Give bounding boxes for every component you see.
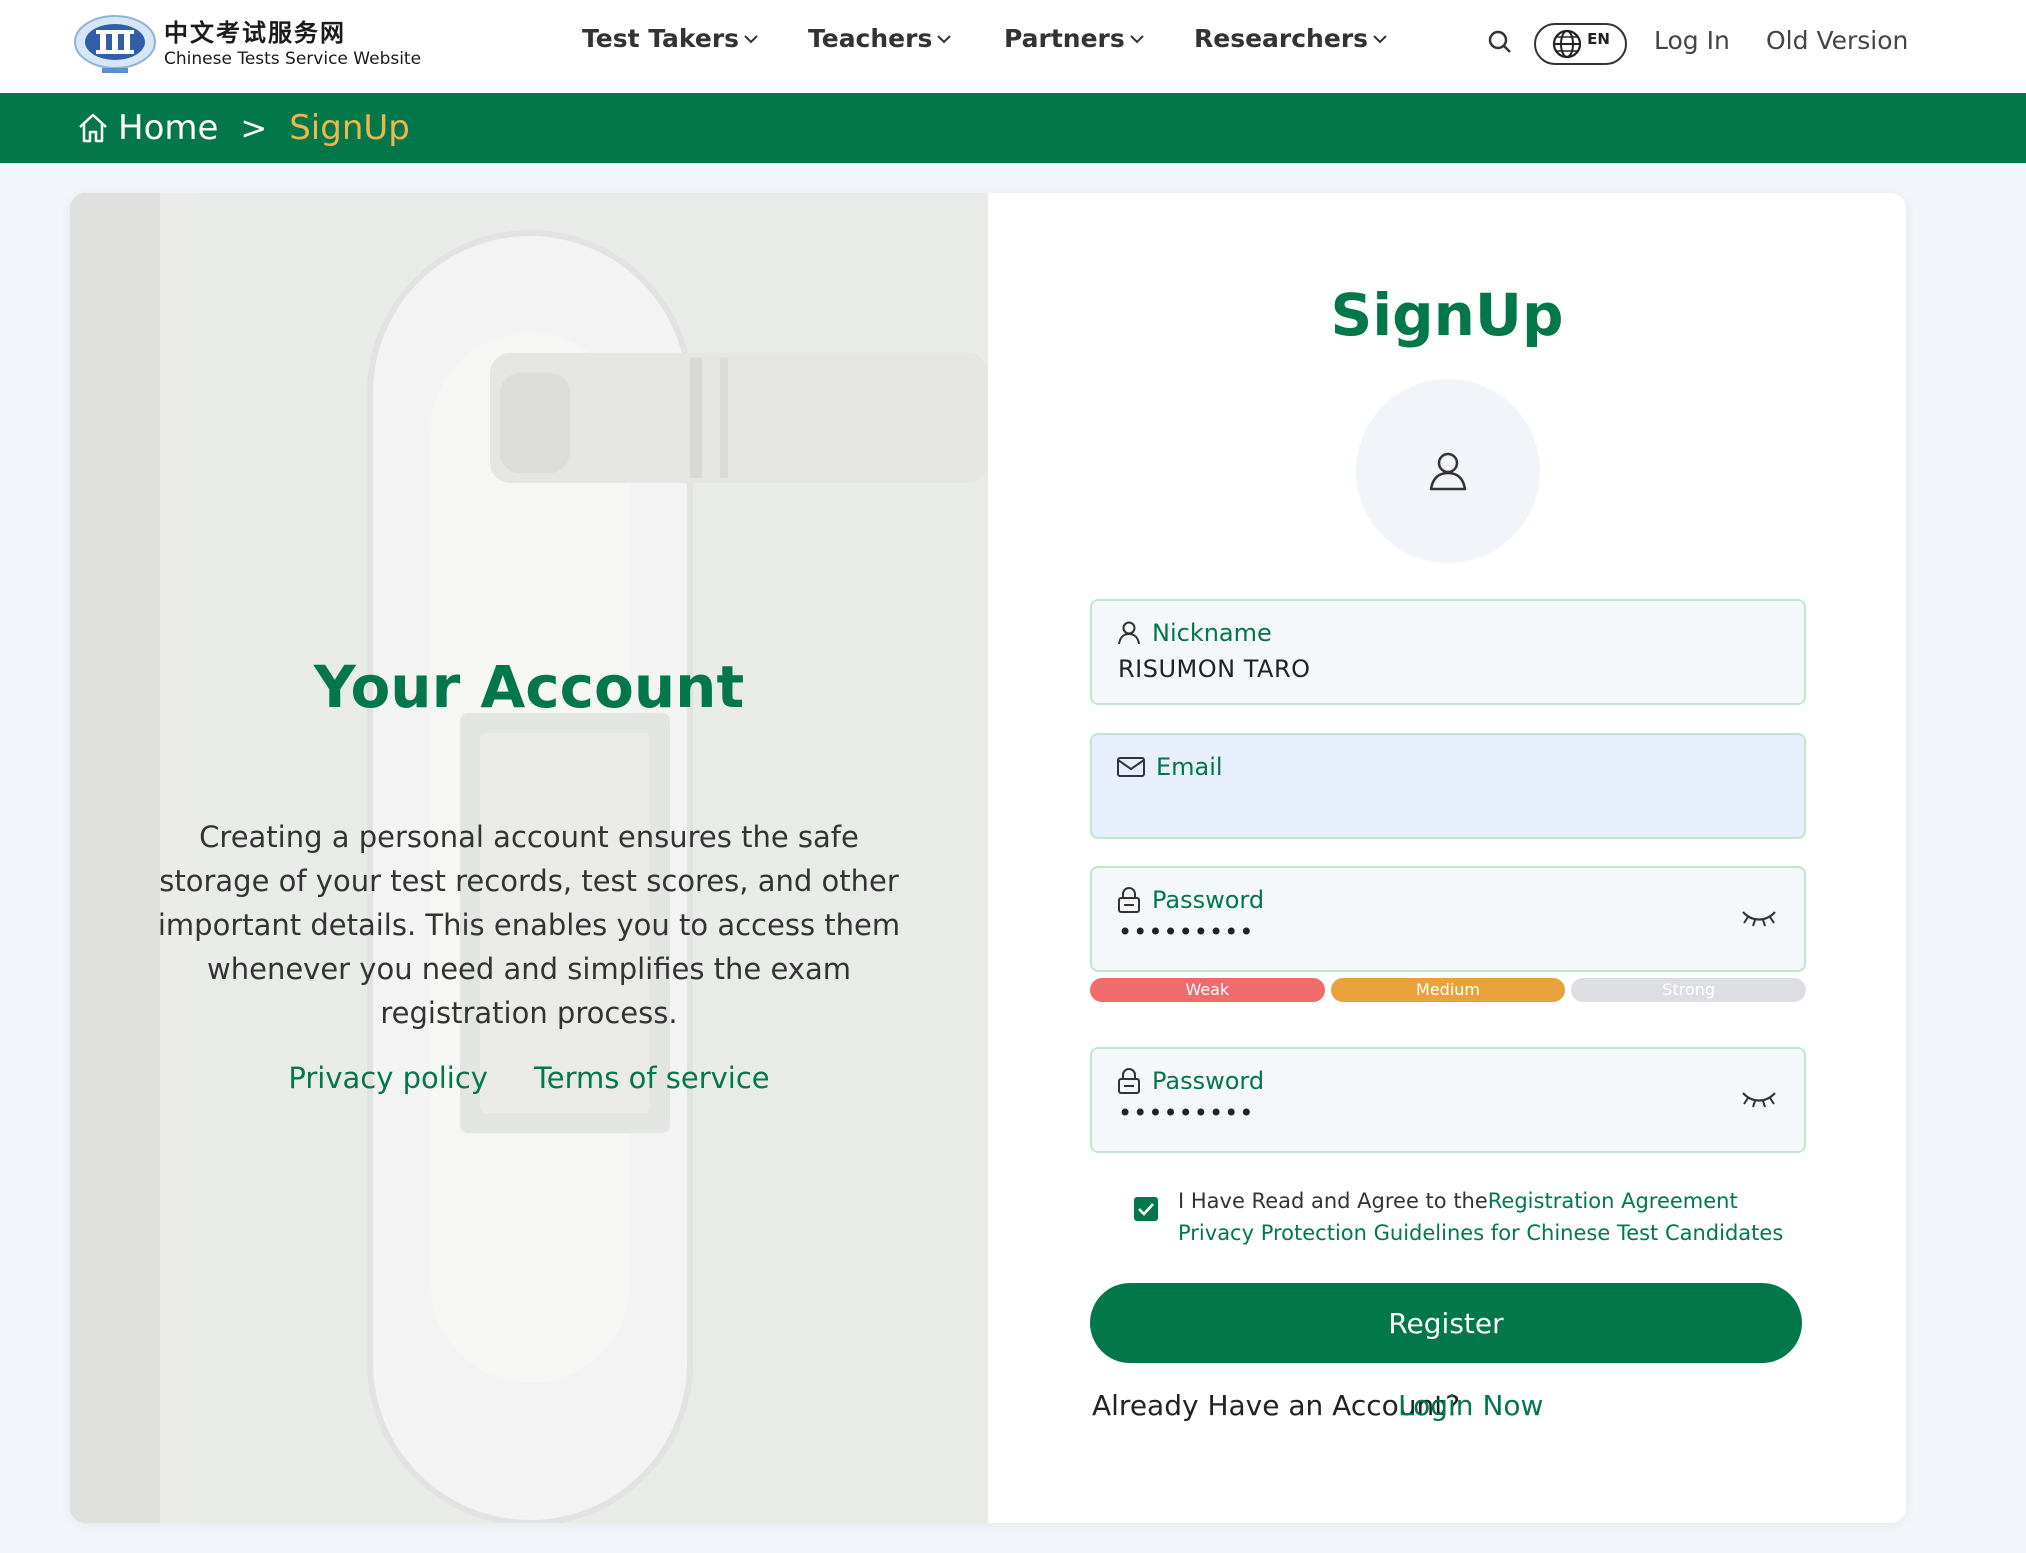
password-label: Password (1152, 886, 1265, 914)
your-account-title: Your Account (313, 653, 745, 721)
password-value: ••••••••• (1118, 918, 1255, 946)
signup-card: Your Account Creating a personal account… (70, 193, 1906, 1523)
globe-icon (1552, 29, 1582, 59)
confirm-password-field[interactable]: Password ••••••••• (1090, 1047, 1806, 1153)
nav-test-takers[interactable]: Test Takers (582, 24, 759, 53)
signup-form: SignUp Nickname RISUMON TARO Email Passw… (988, 193, 1906, 1523)
site-header: 中文考试服务网 Chinese Tests Service Website Te… (0, 0, 2026, 93)
user-icon (1118, 621, 1140, 645)
nickname-label: Nickname (1152, 619, 1272, 647)
language-switch-button[interactable]: EN (1534, 23, 1627, 65)
eye-closed-icon[interactable] (1740, 906, 1778, 928)
terms-of-service-link[interactable]: Terms of service (534, 1061, 770, 1095)
nav-researchers[interactable]: Researchers (1194, 24, 1388, 53)
password-field[interactable]: Password ••••••••• (1090, 866, 1806, 972)
breadcrumb-home[interactable]: Home (76, 108, 218, 148)
privacy-policy-link[interactable]: Privacy policy (288, 1061, 488, 1095)
lock-icon (1118, 1068, 1140, 1094)
breadcrumb-separator: > (240, 109, 268, 147)
language-label: EN (1587, 30, 1610, 48)
policy-links: Privacy policy Terms of service (70, 1061, 988, 1095)
search-icon[interactable] (1486, 28, 1514, 56)
nickname-value: RISUMON TARO (1118, 655, 1311, 683)
confirm-password-label: Password (1152, 1067, 1265, 1095)
logo-chinese-text: 中文考试服务网 (164, 19, 346, 47)
breadcrumb: Home > SignUp (0, 93, 2026, 163)
email-label: Email (1156, 753, 1223, 781)
agreement-prefix: I Have Read and Agree to the (1178, 1189, 1488, 1213)
chevron-down-icon (937, 34, 952, 43)
nav-label: Test Takers (582, 24, 740, 53)
chevron-down-icon (1130, 34, 1144, 43)
home-icon (79, 113, 107, 143)
nickname-field[interactable]: Nickname RISUMON TARO (1090, 599, 1806, 705)
password-strength-meter: Weak Medium Strong (1090, 978, 1807, 1002)
login-now-link[interactable]: Login Now (1398, 1389, 1543, 1422)
account-info-panel: Your Account Creating a personal account… (70, 193, 988, 1523)
strength-weak: Weak (1090, 978, 1325, 1002)
old-version-link[interactable]: Old Version (1766, 26, 1908, 55)
confirm-password-value: ••••••••• (1118, 1099, 1255, 1127)
nav-label: Teachers (808, 24, 933, 53)
nav-teachers[interactable]: Teachers (808, 24, 952, 53)
chevron-down-icon (1373, 34, 1387, 43)
strength-strong: Strong (1571, 978, 1807, 1002)
chevron-down-icon (744, 34, 758, 43)
avatar-upload[interactable] (1356, 379, 1540, 563)
logo-emblem-icon (72, 12, 158, 76)
site-logo[interactable]: 中文考试服务网 Chinese Tests Service Website (72, 12, 421, 76)
agree-checkbox[interactable] (1134, 1197, 1158, 1221)
nav-partners[interactable]: Partners (1004, 24, 1145, 53)
lock-icon (1118, 887, 1140, 913)
breadcrumb-home-label: Home (118, 108, 219, 148)
account-description: Creating a personal account ensures the … (157, 820, 901, 1030)
eye-closed-icon[interactable] (1740, 1087, 1778, 1109)
login-link[interactable]: Log In (1654, 26, 1730, 55)
nav-label: Partners (1004, 24, 1125, 53)
agreement-text: I Have Read and Agree to theRegistration… (1178, 1185, 1798, 1249)
user-icon (1429, 452, 1467, 491)
breadcrumb-current: SignUp (289, 108, 410, 148)
nav-label: Researchers (1194, 24, 1369, 53)
strength-medium: Medium (1330, 978, 1566, 1002)
email-field[interactable]: Email (1090, 733, 1806, 839)
register-button[interactable]: Register (1090, 1283, 1802, 1363)
mail-icon (1117, 757, 1145, 777)
logo-english-text: Chinese Tests Service Website (164, 49, 422, 69)
check-icon (1138, 1203, 1154, 1216)
signup-title: SignUp (1330, 281, 1564, 349)
